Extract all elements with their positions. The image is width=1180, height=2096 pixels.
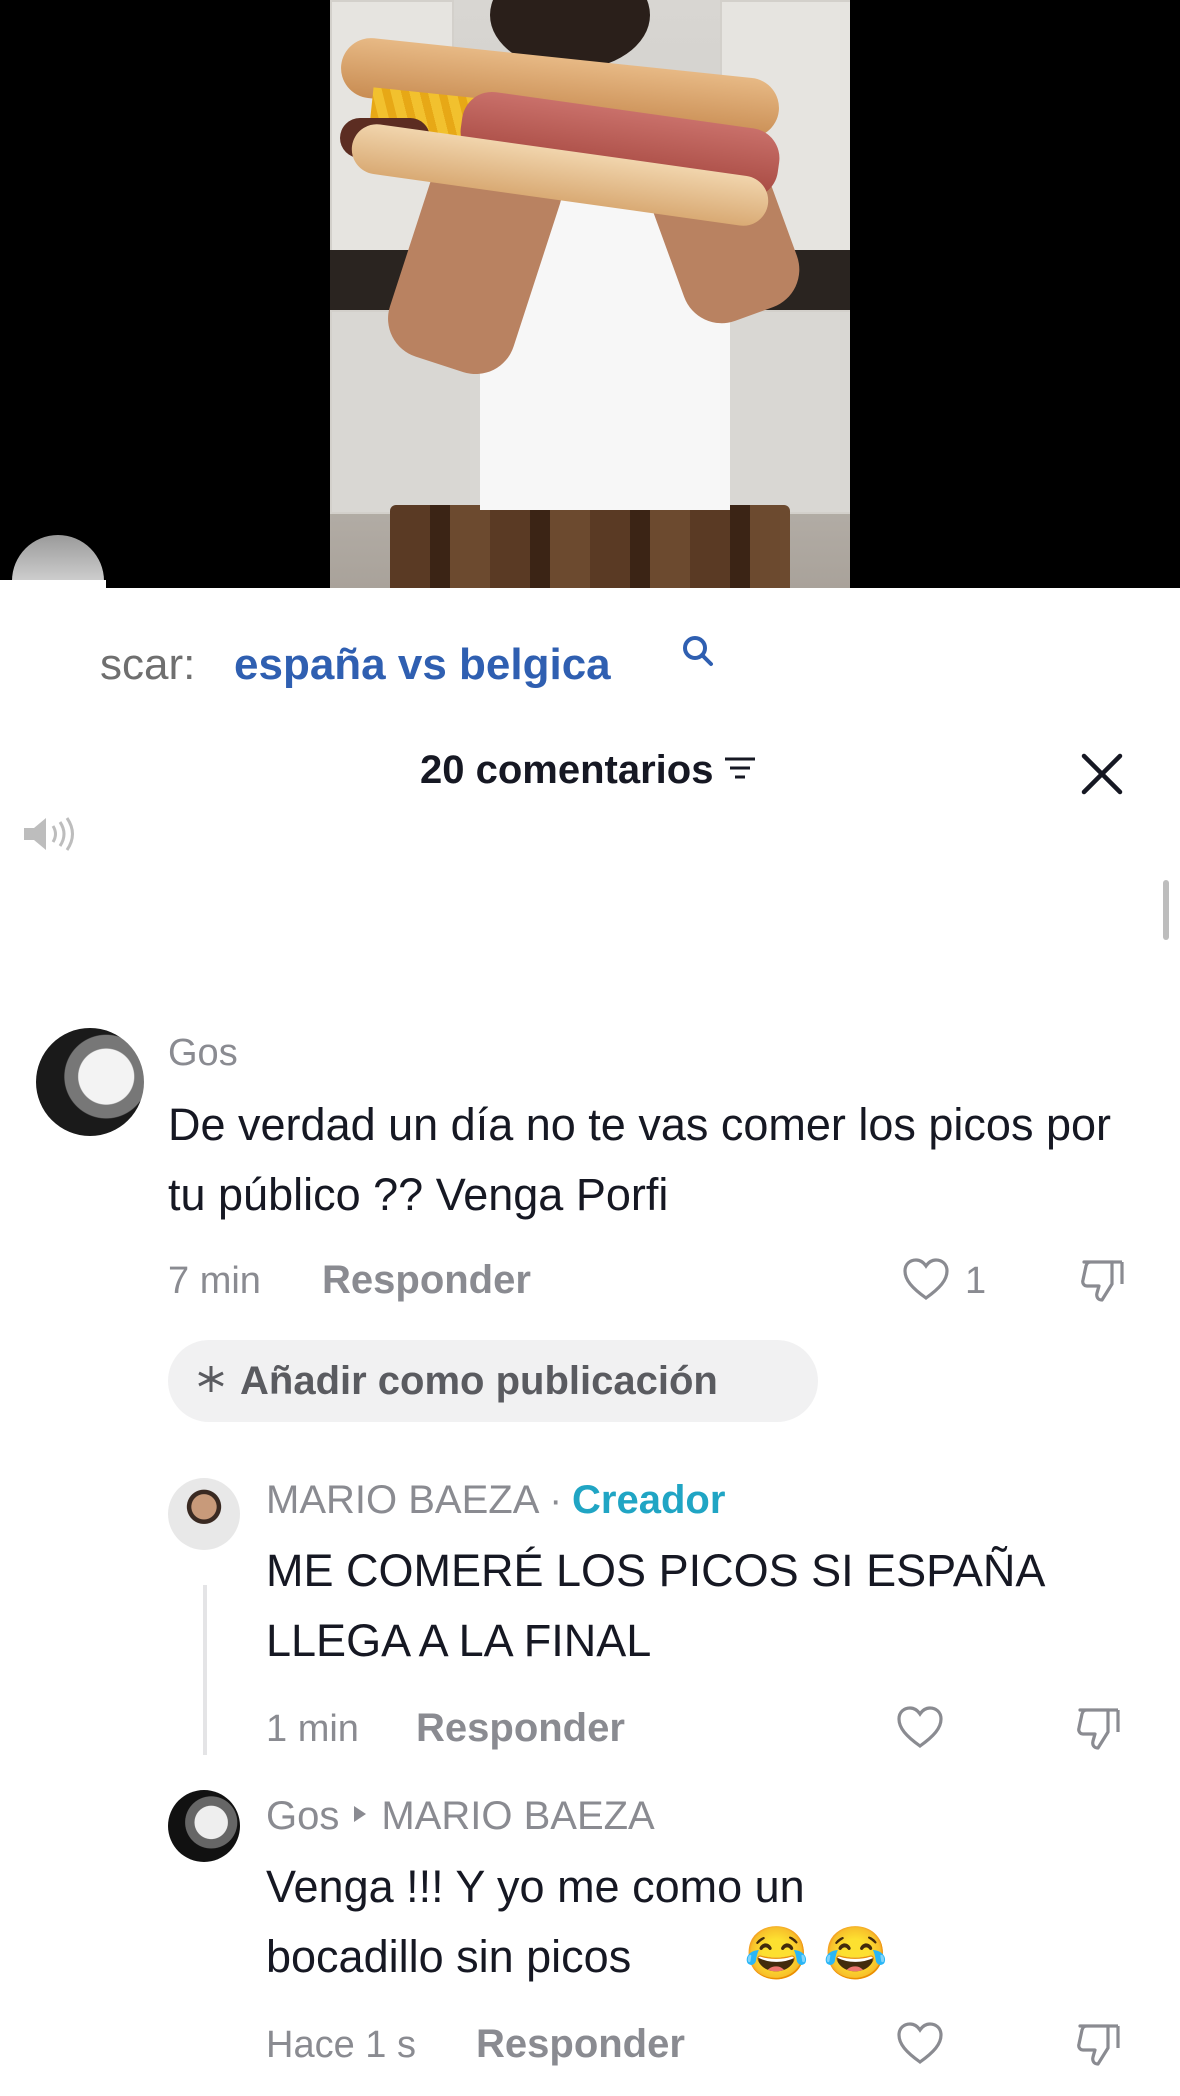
creator-badge: Creador xyxy=(572,1478,726,1522)
like-icon[interactable] xyxy=(902,1258,950,1307)
separator: · xyxy=(549,1480,563,1522)
search-icon[interactable] xyxy=(680,633,716,674)
like-count: 1 xyxy=(965,1260,987,1302)
dislike-icon[interactable] xyxy=(1074,1704,1124,1759)
reply-text: ME COMERÉ LOS PICOS SI ESPAÑA LLEGA A LA… xyxy=(266,1545,1043,1666)
search-suggestion-link[interactable]: españa vs belgica xyxy=(234,640,611,690)
comment-text: De verdad un día no te vas comer los pic… xyxy=(168,1099,1112,1220)
comment-time: 7 min xyxy=(168,1260,261,1302)
comments-count: 20 comentarios xyxy=(420,748,714,792)
reply-username[interactable]: MARIO BAEZA xyxy=(266,1478,539,1523)
comment-username[interactable]: Gos xyxy=(168,1032,238,1075)
dislike-icon[interactable] xyxy=(1078,1256,1128,1311)
speaker-icon[interactable] xyxy=(20,812,86,861)
reply-to-username[interactable]: MARIO BAEZA xyxy=(381,1794,654,1839)
avatar[interactable] xyxy=(168,1790,240,1862)
sparkle-icon xyxy=(196,1364,226,1399)
reply-header: MARIO BAEZA · Creador xyxy=(266,1478,725,1523)
reply-button[interactable]: Responder xyxy=(476,2022,685,2067)
scrollbar[interactable] xyxy=(1163,880,1169,940)
comments-header: 20 comentarios xyxy=(420,748,757,793)
video-frame xyxy=(330,0,850,588)
laughing-emoji: 😂 😂 xyxy=(744,1925,888,1983)
avatar[interactable] xyxy=(168,1478,240,1550)
reply-button[interactable]: Responder xyxy=(416,1706,625,1751)
add-as-post-label: Añadir como publicación xyxy=(240,1358,718,1403)
like-icon[interactable] xyxy=(896,2022,944,2071)
avatar[interactable] xyxy=(36,1028,144,1136)
add-as-post-button[interactable]: Añadir como publicación xyxy=(168,1340,818,1422)
reply-button[interactable]: Responder xyxy=(322,1258,531,1303)
reply-username[interactable]: Gos xyxy=(266,1794,339,1839)
close-icon[interactable] xyxy=(1076,748,1128,800)
search-prefix: scar: xyxy=(100,640,196,689)
caret-right-icon xyxy=(351,1804,369,1829)
video-player[interactable] xyxy=(0,0,1180,588)
like-icon[interactable] xyxy=(896,1706,944,1755)
reply-time: Hace 1 s xyxy=(266,2024,416,2066)
sort-icon[interactable] xyxy=(723,753,757,788)
thread-line xyxy=(203,1585,207,1755)
reply-time: 1 min xyxy=(266,1708,359,1750)
dislike-icon[interactable] xyxy=(1074,2020,1124,2075)
reply-header: Gos MARIO BAEZA xyxy=(266,1794,655,1839)
